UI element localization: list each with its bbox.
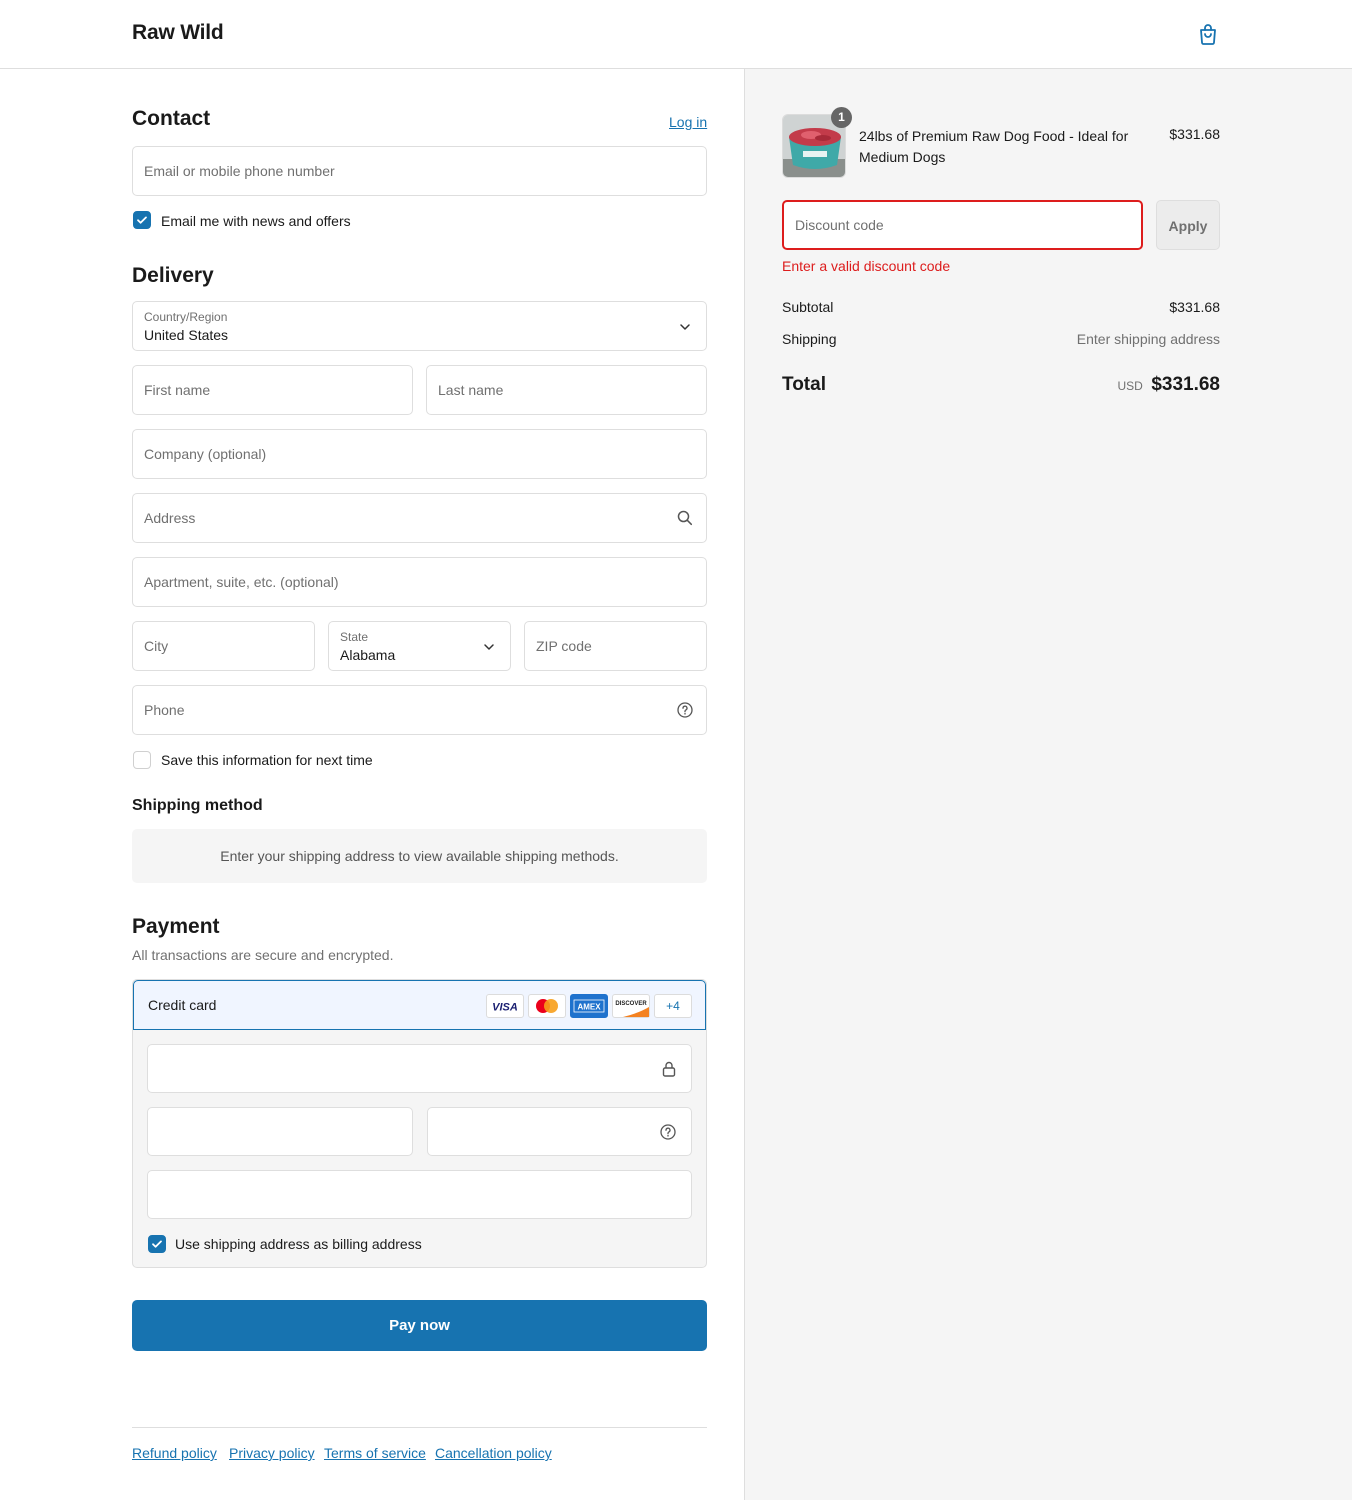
total-amount: USD $331.68 xyxy=(1118,374,1220,396)
credit-card-option[interactable]: Credit card VISA AMEX DISCOVER +4 xyxy=(133,980,706,1030)
subtotal-value: $331.68 xyxy=(1169,299,1220,315)
country-select[interactable]: Country/Region United States xyxy=(132,301,707,351)
terms-of-service-link[interactable]: Terms of service xyxy=(324,1445,426,1461)
country-label: Country/Region xyxy=(144,310,228,324)
save-info-checkbox[interactable] xyxy=(133,751,151,769)
zip-placeholder: ZIP code xyxy=(536,638,592,654)
address-field[interactable]: Address xyxy=(132,493,707,543)
card-number-field[interactable] xyxy=(147,1044,692,1093)
billing-address-label: Use shipping address as billing address xyxy=(175,1236,422,1252)
credit-card-label: Credit card xyxy=(148,997,217,1013)
shipping-value: Enter shipping address xyxy=(1076,331,1220,347)
discount-placeholder: Discount code xyxy=(795,217,884,233)
zip-field[interactable]: ZIP code xyxy=(524,621,707,671)
apartment-placeholder: Apartment, suite, etc. (optional) xyxy=(144,574,339,590)
payment-heading: Payment xyxy=(132,915,220,938)
privacy-policy-link[interactable]: Privacy policy xyxy=(229,1445,315,1461)
shopping-bag-icon[interactable] xyxy=(1196,22,1220,46)
subtotal-label: Subtotal xyxy=(782,299,834,315)
currency-code: USD xyxy=(1117,379,1143,393)
shipping-method-heading: Shipping method xyxy=(132,797,263,814)
product-price: $331.68 xyxy=(1169,126,1220,142)
amex-icon: AMEX xyxy=(570,994,608,1018)
phone-placeholder: Phone xyxy=(144,702,185,718)
svg-text:AMEX: AMEX xyxy=(577,1003,601,1012)
order-summary-panel xyxy=(744,69,1352,1500)
more-cards-badge: +4 xyxy=(654,994,692,1018)
help-icon[interactable] xyxy=(676,701,694,719)
city-placeholder: City xyxy=(144,638,169,654)
expiration-date-field[interactable] xyxy=(147,1107,413,1156)
help-icon[interactable] xyxy=(659,1123,677,1146)
country-value: United States xyxy=(144,327,229,343)
refund-policy-link[interactable]: Refund policy xyxy=(132,1445,217,1461)
product-name: 24lbs of Premium Raw Dog Food - Ideal fo… xyxy=(859,128,1129,165)
pay-now-button[interactable]: Pay now xyxy=(132,1300,707,1351)
company-placeholder: Company (optional) xyxy=(144,446,267,462)
svg-text:DISCOVER: DISCOVER xyxy=(615,1001,647,1007)
state-value: Alabama xyxy=(340,647,396,663)
lock-icon xyxy=(661,1060,677,1083)
email-field[interactable]: Email or mobile phone number xyxy=(132,146,707,196)
contact-heading: Contact xyxy=(132,107,211,130)
checkout-header: Raw Wild xyxy=(0,0,1352,69)
quantity-badge: 1 xyxy=(831,107,852,128)
svg-text:VISA: VISA xyxy=(492,1002,518,1014)
discount-error-message: Enter a valid discount code xyxy=(782,258,951,274)
last-name-placeholder: Last name xyxy=(438,382,504,398)
total-label: Total xyxy=(782,374,826,395)
payment-subtitle: All transactions are secure and encrypte… xyxy=(132,947,394,963)
name-on-card-field[interactable] xyxy=(147,1170,692,1219)
state-label: State xyxy=(340,630,369,644)
state-select[interactable]: State Alabama xyxy=(328,621,511,671)
newsletter-label: Email me with news and offers xyxy=(161,213,351,229)
city-field[interactable]: City xyxy=(132,621,315,671)
discover-icon: DISCOVER xyxy=(612,994,650,1018)
phone-field[interactable]: Phone xyxy=(132,685,707,735)
brand-logo[interactable]: Raw Wild xyxy=(132,21,224,45)
billing-address-checkbox[interactable] xyxy=(148,1235,166,1253)
save-info-label: Save this information for next time xyxy=(161,752,373,768)
mastercard-icon xyxy=(528,994,566,1018)
payment-method-box: Credit card VISA AMEX DISCOVER +4 Use sh… xyxy=(132,979,707,1268)
email-placeholder: Email or mobile phone number xyxy=(144,163,335,179)
footer-divider xyxy=(132,1427,707,1428)
check-icon xyxy=(137,216,147,224)
company-field[interactable]: Company (optional) xyxy=(132,429,707,479)
apartment-field[interactable]: Apartment, suite, etc. (optional) xyxy=(132,557,707,607)
chevron-down-icon xyxy=(480,638,498,656)
shipping-method-notice: Enter your shipping address to view avai… xyxy=(132,829,707,883)
first-name-placeholder: First name xyxy=(144,382,211,398)
search-icon[interactable] xyxy=(676,509,694,527)
discount-code-field[interactable]: Discount code xyxy=(782,200,1143,250)
visa-icon: VISA xyxy=(486,994,524,1018)
last-name-field[interactable]: Last name xyxy=(426,365,707,415)
apply-discount-button[interactable]: Apply xyxy=(1156,200,1220,250)
address-placeholder: Address xyxy=(144,510,196,526)
check-icon xyxy=(152,1240,162,1248)
first-name-field[interactable]: First name xyxy=(132,365,413,415)
total-value: $331.68 xyxy=(1151,374,1220,395)
security-code-field[interactable] xyxy=(427,1107,692,1156)
shipping-label: Shipping xyxy=(782,331,837,347)
newsletter-checkbox[interactable] xyxy=(133,211,151,229)
cancellation-policy-link[interactable]: Cancellation policy xyxy=(435,1445,552,1461)
chevron-down-icon xyxy=(676,318,694,336)
delivery-heading: Delivery xyxy=(132,264,214,287)
login-link[interactable]: Log in xyxy=(669,114,707,130)
